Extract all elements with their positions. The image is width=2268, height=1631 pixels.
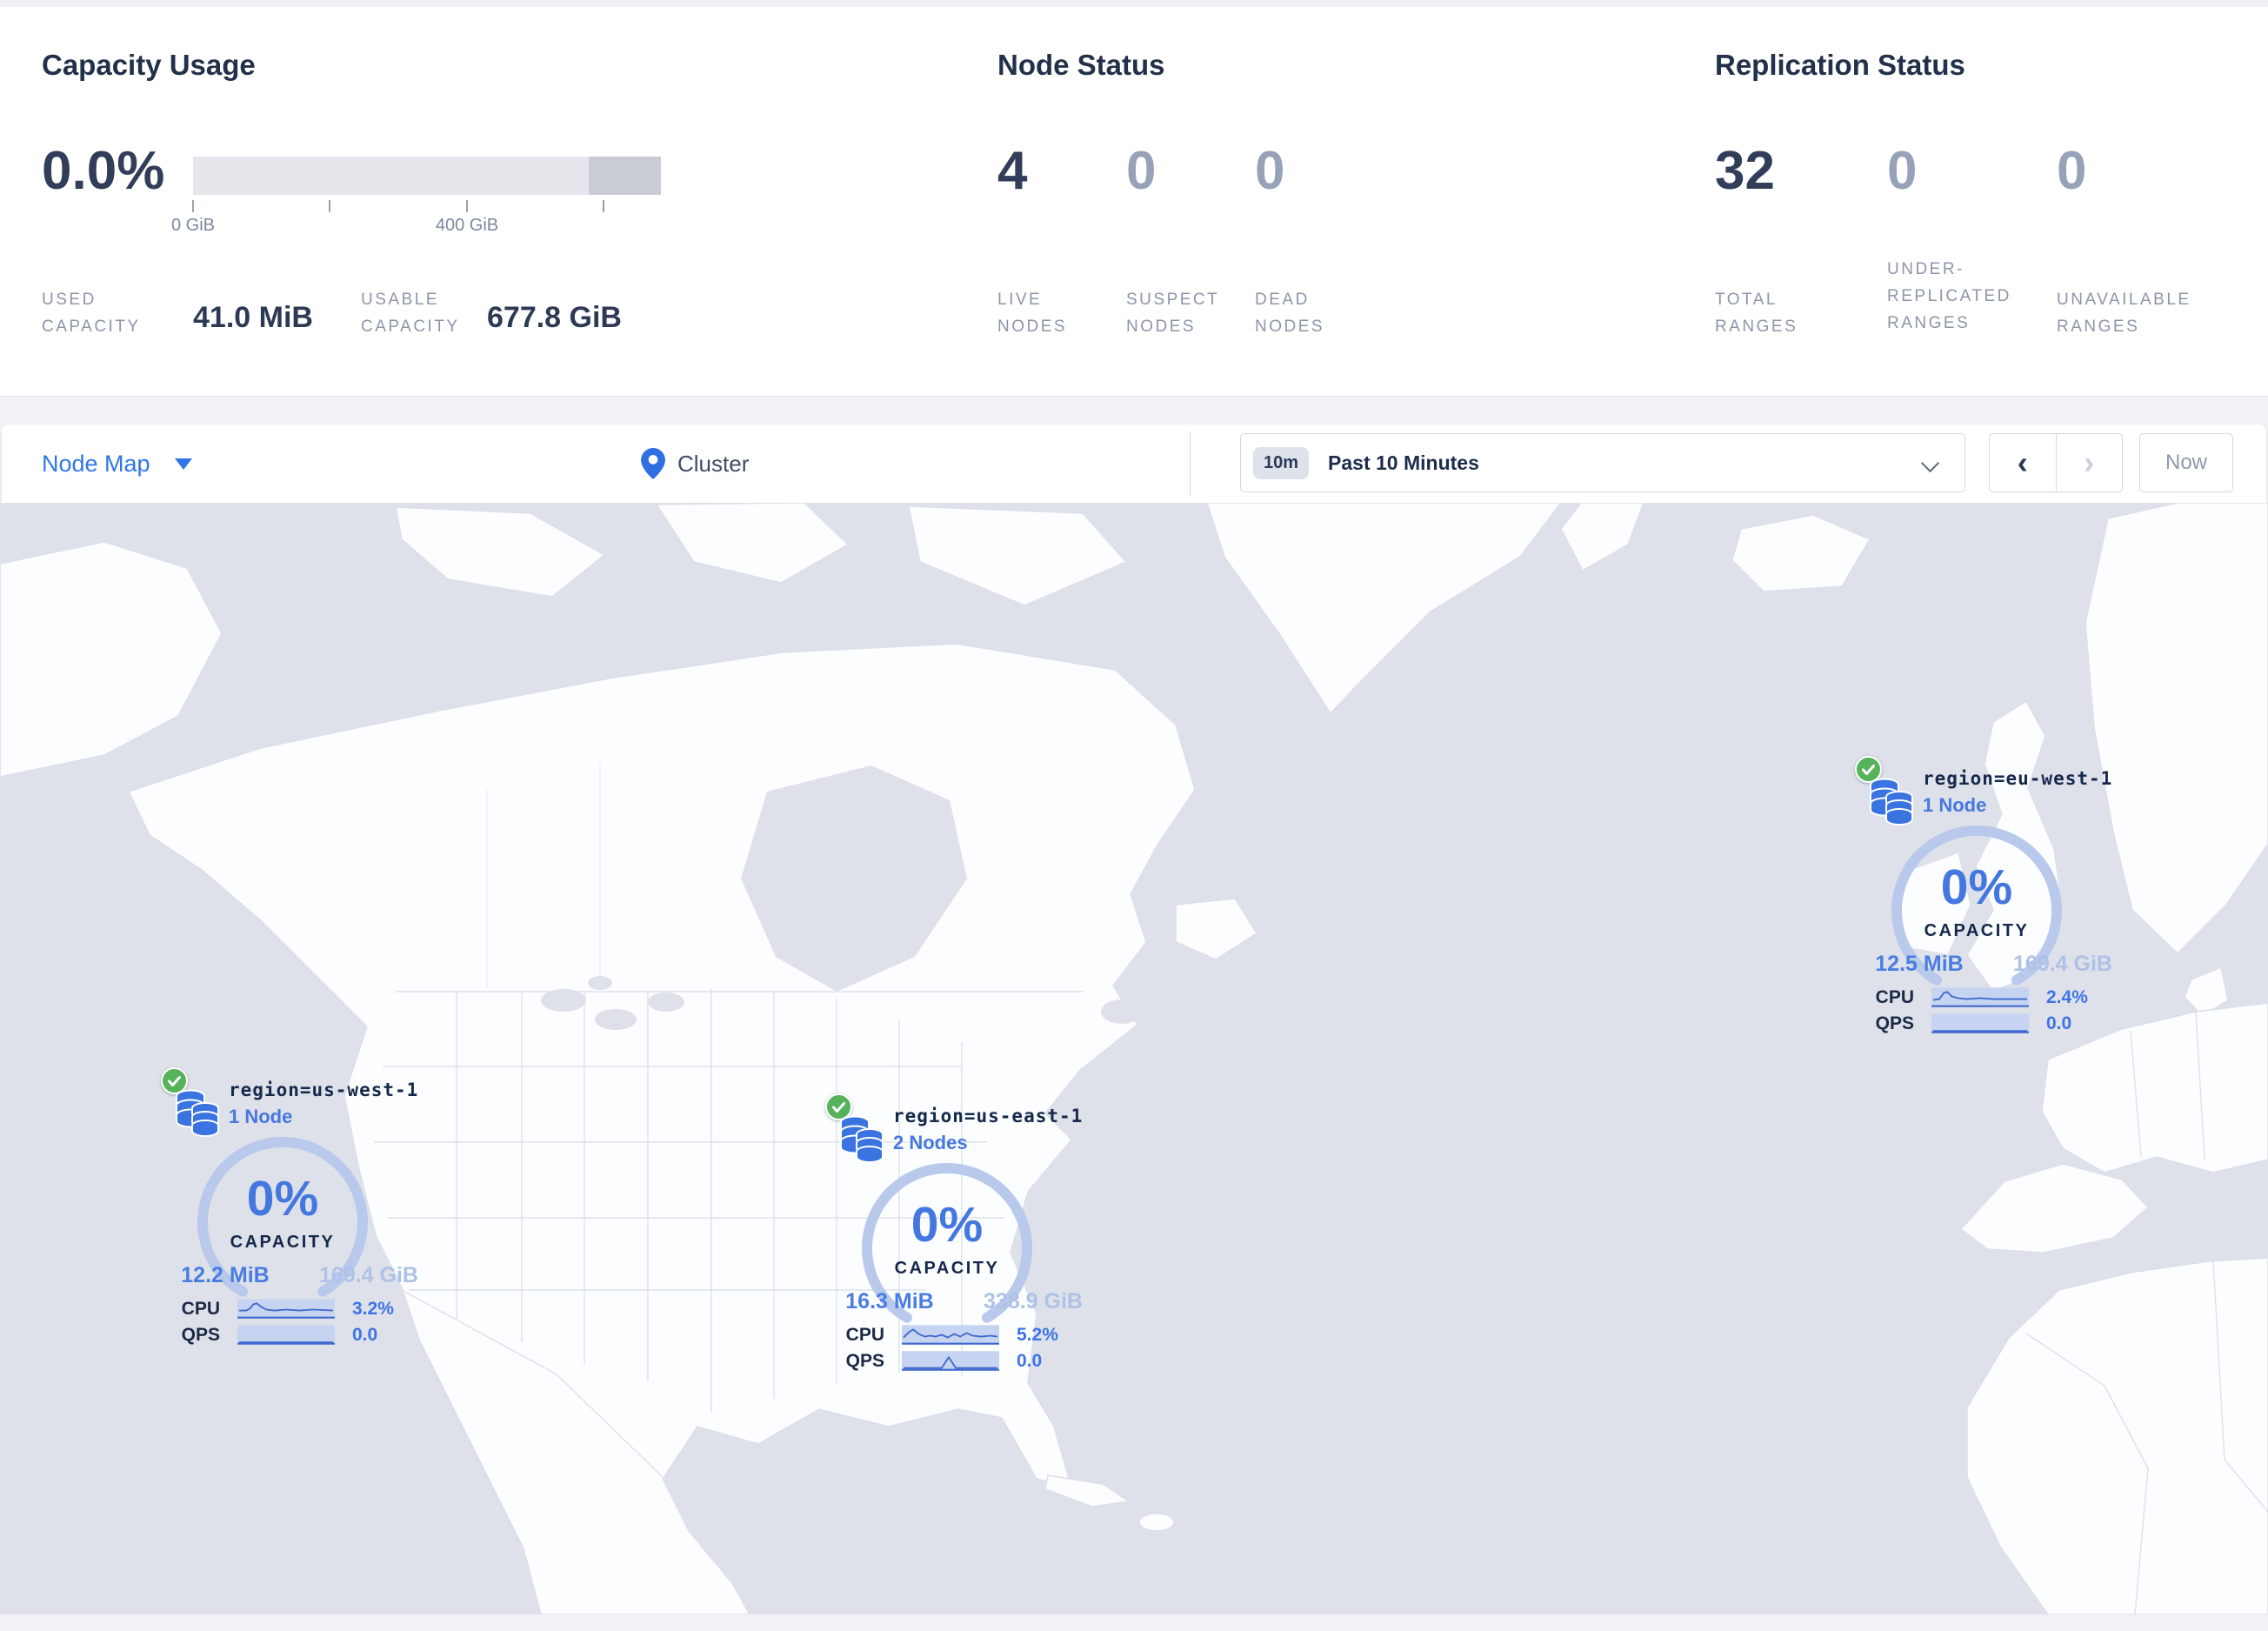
capacity-usage-bar — [193, 157, 661, 195]
time-prev-button[interactable]: ‹ — [1990, 434, 2057, 491]
region-label: region=eu-west-1 — [1923, 768, 2113, 789]
time-range-nav: ‹ › — [1989, 433, 2123, 492]
node-marker-us-west-1[interactable]: region=us-west-1 1 Node 0% CAPACITY 12.2… — [161, 1067, 578, 1363]
used-capacity-value: 41.0 MiB — [193, 301, 313, 334]
unavailable-count: 0 — [2057, 141, 2087, 201]
suspect-nodes-count: 0 — [1126, 141, 1157, 201]
dead-nodes-label: DEAD NODES — [1255, 291, 1325, 336]
capacity-usage-percent: 0.0% — [42, 141, 165, 201]
qps-label: QPS — [1875, 1013, 1914, 1033]
live-nodes-count: 4 — [997, 141, 1028, 201]
toolbar-divider — [1190, 431, 1191, 496]
qps-sparkline — [902, 1351, 999, 1371]
node-marker-us-east-1[interactable]: region=us-east-1 2 Nodes 0% CAPACITY 16.… — [825, 1093, 1243, 1389]
capacity-gauge-percent: 0% — [911, 1197, 984, 1253]
capacity-total-value: 169.4 GiB — [319, 1263, 418, 1287]
capacity-tick-label-0: 0 GiB — [170, 216, 216, 235]
cluster-overview-page: Capacity Usage 0.0% 0 GiB 400 GiB USED C… — [0, 0, 2268, 1631]
cpu-sparkline — [902, 1325, 999, 1345]
capacity-total-value: 338.9 GiB — [984, 1289, 1083, 1313]
node-marker-eu-west-1[interactable]: region=eu-west-1 1 Node 0% CAPACITY 12.5… — [1855, 756, 2268, 1052]
capacity-tick — [603, 200, 604, 212]
capacity-tick — [466, 200, 468, 212]
qps-sparkline — [1931, 1013, 2029, 1033]
qps-metric-row: QPS 0.0 — [161, 1325, 430, 1345]
capacity-total-value: 169.4 GiB — [2013, 952, 2112, 976]
replication-status-title: Replication Status — [1715, 49, 1965, 81]
cpu-metric-row: CPU 2.4% — [1855, 987, 2125, 1007]
world-map — [0, 503, 2268, 1614]
capacity-tick-label-400: 400 GiB — [435, 216, 499, 235]
capacity-used-value: 16.3 MiB — [845, 1289, 934, 1313]
map-pin-icon — [641, 448, 665, 479]
capacity-used-value: 12.5 MiB — [1875, 952, 1964, 976]
time-range-badge: 10m — [1253, 446, 1310, 479]
cpu-label: CPU — [1875, 987, 1914, 1007]
cpu-value: 5.2% — [1017, 1325, 1058, 1345]
capacity-tick — [192, 200, 194, 212]
under-replicated-label: UNDER-REPLICATED RANGES — [1887, 260, 2011, 332]
capacity-gauge-label: CAPACITY — [894, 1259, 1000, 1278]
breadcrumb[interactable]: Cluster — [641, 424, 749, 503]
qps-sparkline — [237, 1325, 335, 1345]
node-map[interactable]: region=us-west-1 1 Node 0% CAPACITY 12.2… — [0, 503, 2268, 1614]
cpu-value: 3.2% — [352, 1299, 394, 1319]
view-selector-label: Node Map — [42, 450, 150, 477]
qps-value: 0.0 — [352, 1325, 378, 1345]
capacity-gauge-label: CAPACITY — [230, 1233, 336, 1252]
capacity-gauge-label: CAPACITY — [1924, 921, 2030, 940]
cluster-summary-panel: Capacity Usage 0.0% 0 GiB 400 GiB USED C… — [0, 7, 2268, 397]
breadcrumb-label: Cluster — [677, 450, 750, 477]
time-range-dropdown[interactable]: 10m Past 10 Minutes — [1240, 433, 1965, 492]
capacity-usage-bar-tail — [589, 157, 661, 195]
cpu-value: 2.4% — [2046, 987, 2088, 1007]
time-next-button[interactable]: › — [2057, 434, 2123, 491]
node-status-title: Node Status — [997, 49, 1165, 81]
live-nodes-label: LIVE NODES — [997, 291, 1068, 336]
cpu-sparkline — [237, 1299, 335, 1319]
now-button[interactable]: Now — [2139, 433, 2233, 492]
capacity-used-value: 12.2 MiB — [181, 1263, 270, 1287]
qps-value: 0.0 — [1017, 1351, 1043, 1371]
usable-capacity-value: 677.8 GiB — [487, 301, 622, 334]
time-range-label: Past 10 Minutes — [1328, 451, 1479, 474]
map-water — [0, 503, 2268, 1614]
view-selector-dropdown[interactable]: Node Map — [42, 424, 192, 503]
map-toolbar: Node Map Cluster 10m Past 10 Minutes ‹ ›… — [2, 424, 2266, 503]
capacity-gauge-percent: 0% — [246, 1171, 319, 1227]
cpu-sparkline — [1931, 987, 2029, 1007]
region-label: region=us-west-1 — [229, 1080, 419, 1100]
usable-capacity-label: USABLE CAPACITY — [361, 291, 460, 336]
total-ranges-label: TOTAL RANGES — [1715, 291, 1798, 336]
suspect-nodes-label: SUSPECT NODES — [1126, 291, 1219, 336]
under-replicated-count: 0 — [1887, 141, 1918, 201]
capacity-usage-title: Capacity Usage — [42, 49, 256, 81]
qps-metric-row: QPS 0.0 — [825, 1351, 1095, 1371]
qps-label: QPS — [845, 1351, 884, 1371]
cpu-metric-row: CPU 3.2% — [161, 1299, 430, 1319]
dropdown-triangle-icon — [174, 458, 192, 470]
dead-nodes-count: 0 — [1255, 141, 1285, 201]
qps-metric-row: QPS 0.0 — [1855, 1013, 2125, 1033]
cpu-metric-row: CPU 5.2% — [825, 1325, 1095, 1345]
used-capacity-label: USED CAPACITY — [42, 291, 141, 336]
unavailable-label: UNAVAILABLE RANGES — [2057, 291, 2191, 336]
region-label: region=us-east-1 — [893, 1106, 1084, 1126]
total-ranges-count: 32 — [1715, 141, 1775, 201]
cpu-label: CPU — [845, 1325, 884, 1345]
qps-label: QPS — [181, 1325, 220, 1345]
cpu-label: CPU — [181, 1299, 220, 1319]
chevron-down-icon — [1920, 453, 1940, 473]
qps-value: 0.0 — [2046, 1013, 2072, 1033]
capacity-tick — [329, 200, 330, 212]
capacity-gauge-percent: 0% — [1940, 859, 2013, 915]
